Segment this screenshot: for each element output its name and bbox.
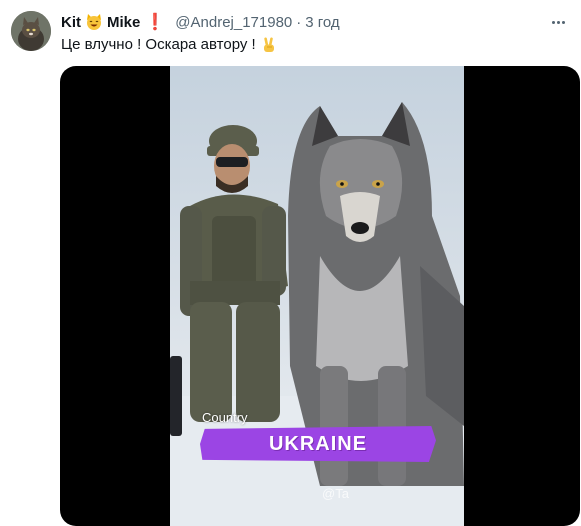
overlay-banner-text: UKRAINE [268,432,368,455]
display-name[interactable]: Kit Mike ❗ [61,12,165,32]
soldier-figure [170,125,288,436]
tweet-text: Це влучно ! Оскара автору ! [61,35,278,55]
overlay-caption: Country [202,410,248,425]
avatar-cat-icon [11,11,51,51]
tweet-text-content: Це влучно ! Оскара автору ! [61,36,256,53]
more-dots-icon[interactable] [547,14,569,30]
display-name-first: Kit [61,13,81,31]
tweet-header: Kit Mike ❗ @Andrej_171980 · 3 год [61,12,340,32]
video-watermark: @Ta [322,486,349,501]
exclamation-emoji-icon: ❗ [145,14,166,31]
display-name-second: Mike [107,13,141,31]
timestamp[interactable]: 3 год [305,14,339,31]
separator-dot: · [296,13,302,31]
tweet: Kit Mike ❗ @Andrej_171980 · 3 год Це влу… [0,0,581,526]
video-media[interactable]: Country UKRAINE @Ta [60,66,580,526]
victory-hand-emoji-icon [260,36,278,54]
smiling-cat-emoji-icon [85,13,103,31]
user-handle[interactable]: @Andrej_171980 [175,14,292,31]
avatar[interactable] [11,11,51,51]
overlay-banner: UKRAINE [200,426,436,462]
